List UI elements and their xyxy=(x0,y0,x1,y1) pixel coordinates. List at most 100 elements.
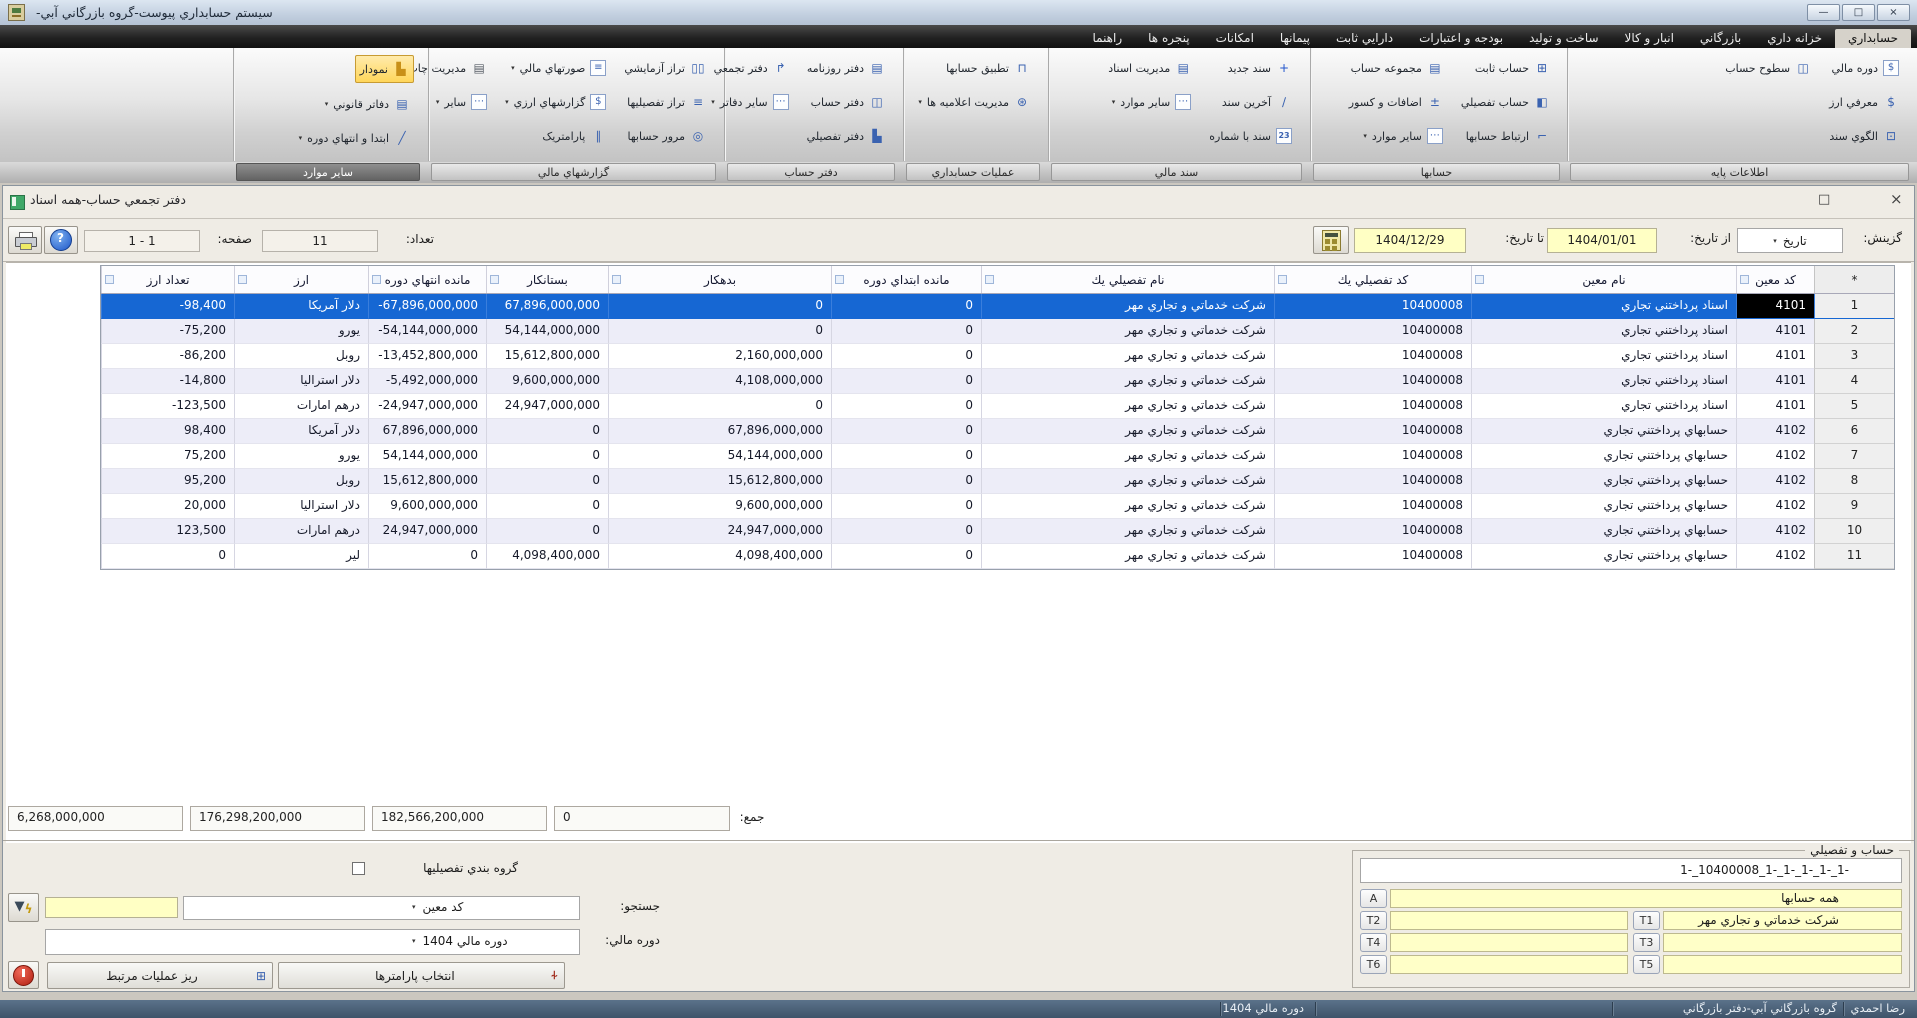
ribbon-button-مديريت اسناد[interactable]: ▤مديريت اسناد xyxy=(1104,55,1195,81)
cell-tkod[interactable]: 10400008 xyxy=(1274,469,1471,494)
related-operations-button[interactable]: ريز عمليات مرتبط ⊞ xyxy=(47,962,273,989)
ribbon-button-دفتر تجمعي[interactable]: ↱دفتر تجمعي xyxy=(710,55,793,81)
cell-bes[interactable]: 54,144,000,000 xyxy=(486,319,608,344)
table-row[interactable]: 14101اسناد پرداختني تجاري10400008شرکت خد… xyxy=(101,294,1894,319)
cell-mand0[interactable]: 0 xyxy=(831,544,981,569)
cell-mand1[interactable]: 54,144,000,000 xyxy=(368,444,486,469)
cell-bed[interactable]: 4,098,400,000 xyxy=(608,544,831,569)
cell-arz[interactable]: درهم امارات xyxy=(234,394,368,419)
ribbon-button-ساير[interactable]: ⋯ساير▾ xyxy=(432,89,491,115)
menu-tab-7[interactable]: دارايي ثابت xyxy=(1323,29,1406,48)
cell-tarz[interactable]: -123,500 xyxy=(101,394,234,419)
cell-bes[interactable]: 24,947,000,000 xyxy=(486,394,608,419)
report-restore-icon[interactable]: □ xyxy=(1818,192,1830,207)
ribbon-button-ساير موارد[interactable]: ⋯ساير موارد▾ xyxy=(1108,89,1196,115)
cell-tkod[interactable]: 10400008 xyxy=(1274,294,1471,319)
cell-kod[interactable]: 4102 xyxy=(1736,444,1814,469)
menu-tab-2[interactable]: خزانه داري xyxy=(1754,29,1835,48)
cell-kod[interactable]: 4101 xyxy=(1736,394,1814,419)
ribbon-button-مرور حسابها[interactable]: ◎مرور حسابها xyxy=(623,123,710,149)
cell-tnam[interactable]: شرکت خدماتي و تجاري مهر xyxy=(981,394,1274,419)
cell-tnam[interactable]: شرکت خدماتي و تجاري مهر xyxy=(981,494,1274,519)
cell-bed[interactable]: 0 xyxy=(608,394,831,419)
cell-mand0[interactable]: 0 xyxy=(831,419,981,444)
cell-tarz[interactable]: 95,200 xyxy=(101,469,234,494)
calculate-button[interactable] xyxy=(1313,226,1349,254)
ribbon-button-دوره مالي[interactable]: $دوره مالي xyxy=(1827,55,1903,81)
cell-num[interactable]: 1 xyxy=(1814,294,1894,319)
cell-mand0[interactable]: 0 xyxy=(831,469,981,494)
to-date-field[interactable]: 1404/12/29 xyxy=(1354,228,1466,253)
cell-tarz[interactable]: -98,400 xyxy=(101,294,234,319)
menu-tab-8[interactable]: پيمانها xyxy=(1267,29,1323,48)
cell-tkod[interactable]: 10400008 xyxy=(1274,394,1471,419)
minimize-button[interactable]: — xyxy=(1807,4,1840,21)
cell-nam[interactable]: حسابهاي پرداختني تجاري xyxy=(1471,469,1736,494)
ribbon-button-دفتر روزنامه[interactable]: ▤دفتر روزنامه xyxy=(803,55,889,81)
cell-bed[interactable]: 67,896,000,000 xyxy=(608,419,831,444)
menu-tab-4[interactable]: انبار و کالا xyxy=(1612,29,1687,48)
cell-mand0[interactable]: 0 xyxy=(831,344,981,369)
cell-bes[interactable]: 15,612,800,000 xyxy=(486,344,608,369)
table-row[interactable]: 94102حسابهاي پرداختني تجاري10400008شرکت … xyxy=(101,494,1894,519)
cell-tnam[interactable]: شرکت خدماتي و تجاري مهر xyxy=(981,344,1274,369)
account-a-button[interactable]: A xyxy=(1360,889,1387,908)
column-header-tkod[interactable]: کد تفصيلي يك xyxy=(1274,266,1471,293)
t1-button[interactable]: T1 xyxy=(1633,911,1660,930)
cell-kod[interactable]: 4102 xyxy=(1736,419,1814,444)
cell-tarz[interactable]: 98,400 xyxy=(101,419,234,444)
t4-field[interactable] xyxy=(1390,933,1628,952)
cell-bed[interactable]: 54,144,000,000 xyxy=(608,444,831,469)
cell-mand1[interactable]: -5,492,000,000 xyxy=(368,369,486,394)
cell-bed[interactable]: 24,947,000,000 xyxy=(608,519,831,544)
close-button[interactable]: × xyxy=(1877,4,1910,21)
menu-tab-3[interactable]: بازرگاني xyxy=(1687,29,1754,48)
cell-tkod[interactable]: 10400008 xyxy=(1274,369,1471,394)
ribbon-button-تراز آزمايشي[interactable]: ▯▯تراز آزمايشي xyxy=(620,55,710,81)
ribbon-button-ساير دفاتر[interactable]: ⋯ساير دفاتر▾ xyxy=(707,89,792,115)
cell-bes[interactable]: 0 xyxy=(486,494,608,519)
from-date-field[interactable]: 1404/01/01 xyxy=(1547,228,1657,253)
table-row[interactable]: 74102حسابهاي پرداختني تجاري10400008شرکت … xyxy=(101,444,1894,469)
search-input[interactable] xyxy=(45,897,178,918)
ribbon-button-دفتر تفصيلي[interactable]: ▙دفتر تفصيلي xyxy=(803,123,889,149)
cell-num[interactable]: 8 xyxy=(1814,469,1894,494)
cell-nam[interactable]: اسناد پرداختني تجاري xyxy=(1471,344,1736,369)
cell-kod[interactable]: 4101 xyxy=(1736,319,1814,344)
cell-mand0[interactable]: 0 xyxy=(831,394,981,419)
cell-num[interactable]: 10 xyxy=(1814,519,1894,544)
cell-mand1[interactable]: -13,452,800,000 xyxy=(368,344,486,369)
table-row[interactable]: 34101اسناد پرداختني تجاري10400008شرکت خد… xyxy=(101,344,1894,369)
ribbon-button-تراز تفصيليها[interactable]: ≡تراز تفصيليها xyxy=(623,89,710,115)
ribbon-button-حساب تفصيلي[interactable]: ◧حساب تفصيلي xyxy=(1457,89,1554,115)
cell-mand0[interactable]: 0 xyxy=(831,519,981,544)
ribbon-button-گزارشهاي ارزي[interactable]: $گزارشهاي ارزي▾ xyxy=(501,89,610,115)
cell-mand0[interactable]: 0 xyxy=(831,494,981,519)
column-header-bes[interactable]: بستانکار xyxy=(486,266,608,293)
ribbon-button-اضافات و کسور[interactable]: ±اضافات و کسور xyxy=(1345,89,1447,115)
table-row[interactable]: 54101اسناد پرداختني تجاري10400008شرکت خد… xyxy=(101,394,1894,419)
cell-tnam[interactable]: شرکت خدماتي و تجاري مهر xyxy=(981,419,1274,444)
cell-kod[interactable]: 4102 xyxy=(1736,544,1814,569)
select-parameters-button[interactable]: انتخاب پارامترها ⍭ xyxy=(278,962,565,989)
cell-tarz[interactable]: -14,800 xyxy=(101,369,234,394)
cell-tkod[interactable]: 10400008 xyxy=(1274,444,1471,469)
cell-tarz[interactable]: -75,200 xyxy=(101,319,234,344)
cell-nam[interactable]: حسابهاي پرداختني تجاري xyxy=(1471,419,1736,444)
cell-tkod[interactable]: 10400008 xyxy=(1274,344,1471,369)
cell-nam[interactable]: اسناد پرداختني تجاري xyxy=(1471,394,1736,419)
account-path-field[interactable]: 1-_10400008_1-_1-_1-_1-_1- xyxy=(1360,858,1902,883)
ribbon-group-caption-1[interactable]: اطلاعات پايه xyxy=(1570,163,1909,181)
cell-num[interactable]: 7 xyxy=(1814,444,1894,469)
ribbon-button-سند جديد[interactable]: +سند جديد xyxy=(1224,55,1296,81)
cell-mand0[interactable]: 0 xyxy=(831,319,981,344)
cell-nam[interactable]: اسناد پرداختني تجاري xyxy=(1471,369,1736,394)
cell-bed[interactable]: 15,612,800,000 xyxy=(608,469,831,494)
ribbon-button-مجموعه حساب[interactable]: ▤مجموعه حساب xyxy=(1347,55,1447,81)
cell-num[interactable]: 2 xyxy=(1814,319,1894,344)
cell-tnam[interactable]: شرکت خدماتي و تجاري مهر xyxy=(981,519,1274,544)
stop-button[interactable] xyxy=(8,961,39,989)
cell-kod[interactable]: 4102 xyxy=(1736,494,1814,519)
cell-bed[interactable]: 0 xyxy=(608,319,831,344)
cell-tkod[interactable]: 10400008 xyxy=(1274,319,1471,344)
